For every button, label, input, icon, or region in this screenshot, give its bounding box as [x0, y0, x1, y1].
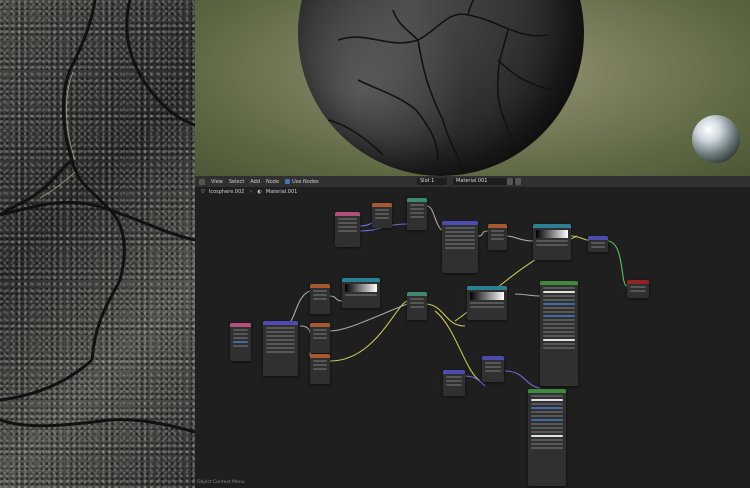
hdri-reflection-probe — [692, 115, 740, 163]
node-principled-bsdf[interactable] — [540, 281, 578, 386]
node-color-ramp-a[interactable] — [533, 224, 571, 260]
node-color-ramp-c[interactable] — [467, 286, 507, 320]
node-principled-bsdf-b[interactable] — [528, 389, 566, 486]
node-mapping-b[interactable] — [263, 321, 298, 376]
node-math-c[interactable] — [443, 370, 465, 396]
node-noise-texture-a[interactable] — [407, 198, 427, 230]
3d-viewport[interactable] — [195, 0, 750, 176]
node-voronoi-texture[interactable] — [442, 221, 478, 273]
material-preview-sphere — [298, 0, 584, 176]
node-noise-texture-b[interactable] — [310, 284, 330, 314]
texture-closeup-image — [0, 0, 195, 488]
shader-node-editor[interactable]: View Select Add Node Use Nodes Slot 1 Ma… — [195, 176, 750, 488]
node-math-b[interactable] — [407, 292, 427, 320]
node-math-d[interactable] — [482, 356, 504, 382]
node-texture-coordinate-b[interactable] — [230, 323, 251, 361]
node-noise-texture-d[interactable] — [310, 354, 330, 384]
node-noise-texture-c[interactable] — [310, 323, 330, 353]
node-mapping[interactable] — [372, 203, 392, 228]
node-material-output[interactable] — [627, 280, 649, 298]
node-math-a[interactable] — [488, 224, 507, 250]
status-bar-text: Object Context Menu — [197, 480, 245, 485]
node-texture-coordinate[interactable] — [335, 212, 360, 247]
node-color-ramp-b[interactable] — [342, 278, 380, 308]
node-bump[interactable] — [588, 236, 608, 252]
